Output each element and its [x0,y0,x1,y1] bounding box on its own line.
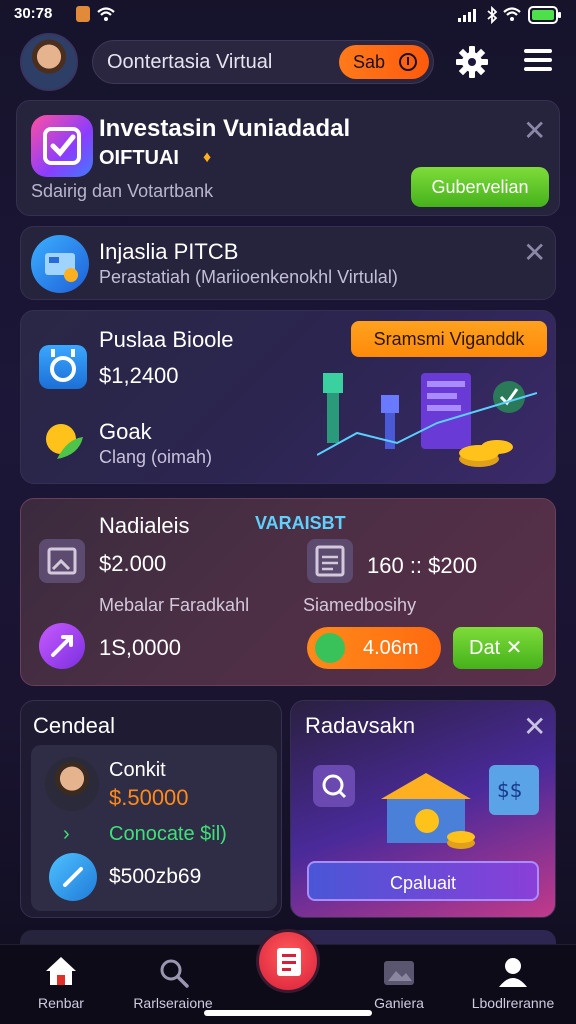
svg-text:$$: $$ [497,778,522,802]
search-icon [313,765,355,807]
stats-title: Nadialeis [99,513,190,538]
document-icon [307,539,353,583]
home-indicator [204,1010,372,1016]
document-icon [277,948,301,976]
tag-button[interactable]: Sramsmi Viganddk [351,321,547,357]
info-card: Injaslia PITCB Perastatiah (Mariioenkeno… [20,226,556,300]
wifi-icon-2 [503,7,521,21]
general-heading: Cendeal [33,713,115,738]
nav-label: Renbar [38,995,84,1011]
image-icon [39,539,85,583]
user-avatar[interactable] [20,33,78,91]
stat-label-2: Siamedbosihy [303,595,417,615]
search-bar[interactable]: Oontertasia Virtual Sab [92,40,434,84]
general-card: Cendeal Conkit $.50000 › Conocate $il) $… [20,700,282,918]
card-description: Sdairig dan Votartbank [31,181,214,201]
gallery-icon [384,961,414,985]
investment-card: Investasin Vuniadadal OIFTUAI ♦ Sdairig … [16,100,560,216]
stat-label-1: Mebalar Faradkahl [99,595,250,615]
leaf-coin-icon [46,424,83,459]
currency-icon: $$ [489,765,539,815]
analytics-illustration [317,373,537,467]
nav-label: Rarlseraione [133,995,213,1011]
primary-action-button[interactable]: Gubervelian [411,167,549,207]
status-time: 30:78 [14,5,53,22]
gear-icon[interactable] [452,42,492,82]
battery-icon [528,6,561,24]
nav-search[interactable]: Rarlseraione [118,953,228,1013]
balance-value: $1,2400 [99,363,179,388]
stats-brand: VARAISBT [255,513,346,533]
close-icon[interactable]: ✕ [523,239,546,267]
contact-link[interactable]: Conocate $il) [109,823,227,846]
home-icon [46,957,76,985]
nav-profile[interactable]: Lbodlreranne [458,953,568,1013]
card-title: Investasin Vuniadadal [99,115,351,142]
stat-value-3: 1S,0000 [99,635,181,660]
wifi-icon [97,7,115,21]
balance-title: Puslaa Bioole [99,327,234,352]
nav-gallery[interactable]: Ganiera [344,953,454,1013]
map-button-label: 4.06m [363,637,419,659]
promo-button-label: Cpaluait [389,873,457,893]
status-bar: 30:78 [0,0,576,30]
checklist-icon [31,115,93,177]
info-icon [399,53,417,71]
search-icon [160,959,189,988]
close-icon[interactable]: ✕ [523,713,546,741]
contact-avatar [45,757,99,811]
spark-icon: ♦ [203,149,212,166]
promo-heading: Radavsakn [305,713,416,738]
bluetooth-icon [487,6,498,24]
card-title: Injaslia PITCB [99,239,239,264]
center-action-button[interactable] [256,929,320,993]
signal-icon [458,9,476,22]
map-button[interactable]: 4.06m [307,627,441,669]
promo-card: Radavsakn ✕ $$ Cpaluait [290,700,556,918]
chevron-right-icon: › [63,823,70,845]
contact-panel: Conkit $.50000 › Conocate $il) $500zb69 [31,745,277,911]
contact-name: Conkit [109,759,166,781]
search-text: Oontertasia Virtual [107,51,273,73]
save-button[interactable]: Sab [339,45,429,79]
close-icon[interactable]: ✕ [523,117,546,145]
rocket-icon [39,623,85,669]
secondary-label: Goak [99,419,152,444]
contact-amount: $.50000 [109,785,189,810]
stat-value-2: 160 :: $200 [367,553,478,578]
save-label: Sab [353,52,386,72]
promo-action-button[interactable]: Cpaluait [307,861,539,901]
card-subtitle: OIFTUAI [99,147,179,169]
wallet-icon [31,235,89,293]
menu-button[interactable] [518,44,558,80]
contact-value: $500zb69 [109,865,202,888]
nav-home[interactable]: Renbar [6,953,116,1013]
confirm-button[interactable]: Dat ✕ [453,627,543,669]
card-subtitle: Perastatiah (Mariioenkenokhl Virtulal) [99,267,398,287]
map-pin-icon [315,633,345,663]
stats-card: Nadialeis VARAISBT $2.000 Mebalar Faradk… [20,498,556,686]
stat-value-1: $2.000 [99,551,167,576]
send-icon [49,853,97,901]
nav-label: Ganiera [374,995,424,1011]
notification-icon [76,6,90,22]
calendar-icon [39,345,87,389]
nav-label: Lbodlreranne [471,995,555,1011]
vault-illustration [381,773,475,849]
secondary-sub: Clang (oimah) [99,447,213,467]
profile-icon [499,958,527,987]
balance-card: Puslaa Bioole $1,2400 Sramsmi Viganddk G… [20,310,556,484]
